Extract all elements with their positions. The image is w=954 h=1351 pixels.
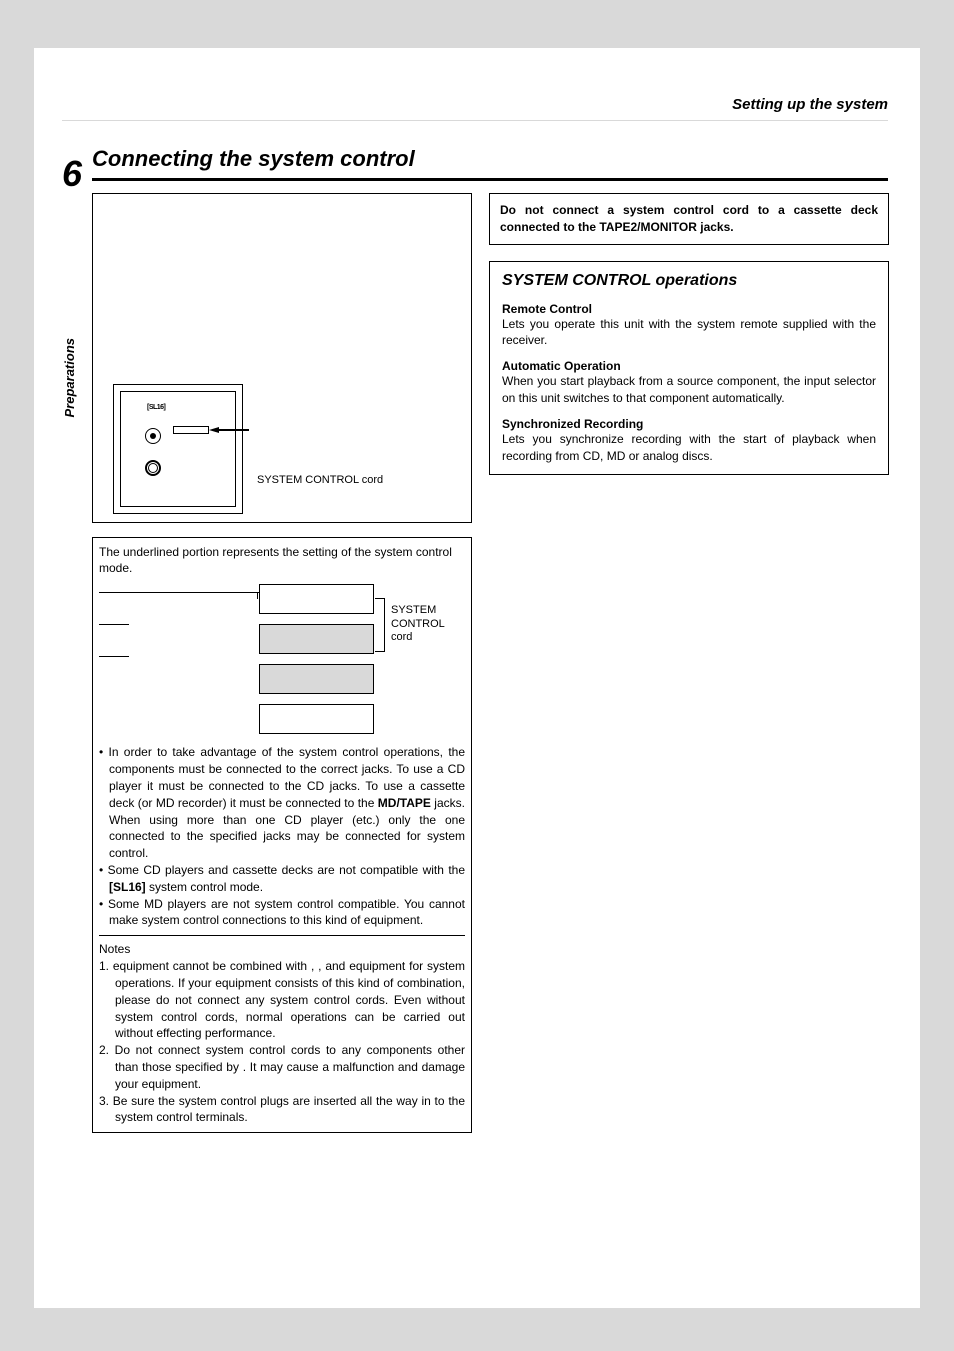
note-item: 2. Do not connect system control cords t… <box>99 1042 465 1092</box>
warning-text: Do not connect a system control cord to … <box>500 202 878 236</box>
diagram-box <box>259 664 374 694</box>
block-diagram: SYSTEM CONTROL cord <box>99 584 465 734</box>
jack-icon <box>145 428 161 444</box>
figure-description: The underlined portion represents the se… <box>99 544 465 576</box>
notes-list: 1. equipment cannot be combined with , ,… <box>99 958 465 1126</box>
breadcrumb: Setting up the system <box>732 96 888 113</box>
figure-device: [SL16] SYSTEM CONTROL cord <box>92 193 472 523</box>
notes-heading: Notes <box>99 942 465 956</box>
ops-subheading: Synchronized Recording <box>502 417 876 431</box>
bullet-item: • In order to take advantage of the syst… <box>99 744 465 862</box>
ops-heading: SYSTEM CONTROL operations <box>502 272 876 290</box>
figure-caption-box: The underlined portion represents the se… <box>92 537 472 1133</box>
bullet-item: • Some CD players and cassette decks are… <box>99 862 465 896</box>
page-container: Setting up the system 6 Connecting the s… <box>34 48 920 1308</box>
ops-body: When you start playback from a source co… <box>502 373 876 407</box>
leader-line <box>99 656 129 657</box>
leader-line <box>99 592 129 593</box>
divider <box>99 935 465 936</box>
diagram-box <box>259 624 374 654</box>
connector-line <box>257 592 258 599</box>
diagram-box <box>259 704 374 734</box>
bullet-item: • Some MD players are not system control… <box>99 896 465 930</box>
ops-subheading: Automatic Operation <box>502 359 876 373</box>
page-number: 6 <box>62 153 82 195</box>
device-outer: [SL16] <box>113 384 243 514</box>
system-control-ops-box: SYSTEM CONTROL operations Remote Control… <box>489 261 889 476</box>
bullet-list: • In order to take advantage of the syst… <box>99 744 465 929</box>
diagram-box <box>259 584 374 614</box>
jack-icon <box>145 460 161 476</box>
bracket <box>375 598 385 652</box>
cord-label: SYSTEM CONTROL cord <box>257 474 383 486</box>
right-column: Do not connect a system control cord to … <box>489 193 889 475</box>
sl16-label: [SL16] <box>147 404 165 411</box>
breadcrumb-divider <box>62 120 888 121</box>
title-underline <box>92 178 888 181</box>
ops-subheading: Remote Control <box>502 302 876 316</box>
diagram-cord-label: SYSTEM CONTROL cord <box>391 604 461 644</box>
page-title: Connecting the system control <box>92 146 415 172</box>
plug-icon <box>173 426 243 434</box>
leader-line <box>99 624 129 625</box>
note-item: 3. Be sure the system control plugs are … <box>99 1093 465 1127</box>
ops-body: Lets you synchronize recording with the … <box>502 431 876 465</box>
ops-body: Lets you operate this unit with the syst… <box>502 316 876 350</box>
section-label: Preparations <box>62 338 77 417</box>
device-inner: [SL16] <box>120 391 236 507</box>
warning-box: Do not connect a system control cord to … <box>489 193 889 245</box>
left-column: [SL16] SYSTEM CONTROL cord The underline… <box>92 193 472 1133</box>
note-item: 1. equipment cannot be combined with , ,… <box>99 958 465 1042</box>
connector-line <box>129 592 259 593</box>
